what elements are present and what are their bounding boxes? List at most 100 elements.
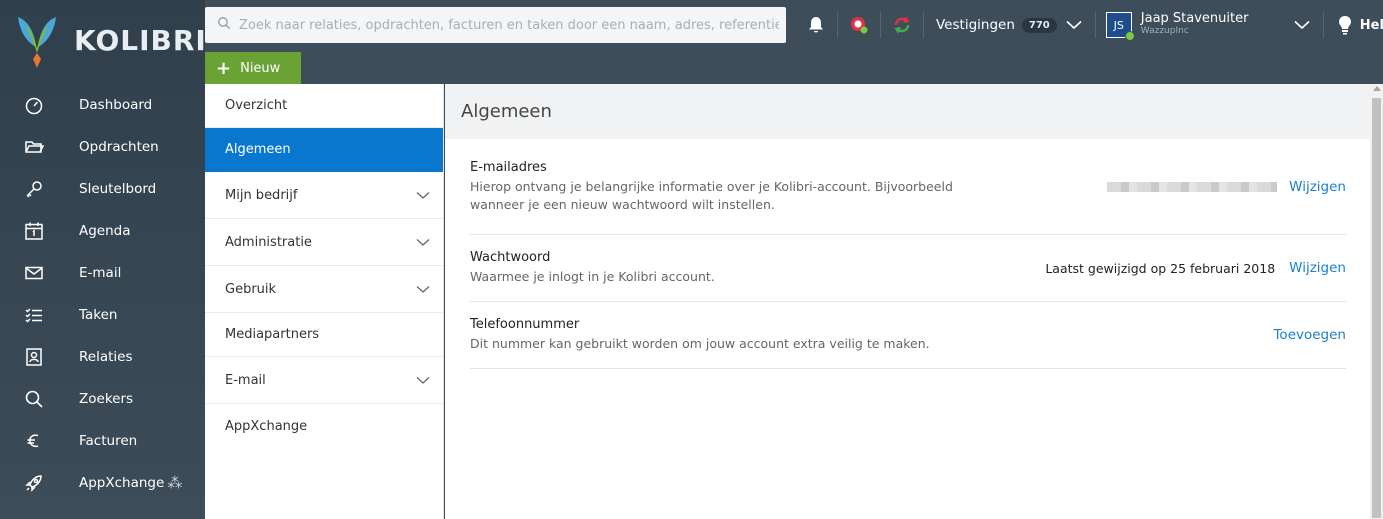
submenu-item-label: Mijn bedrijf: [225, 187, 298, 203]
row-description: wanneer je een nieuw wachtwoord wilt ins…: [470, 196, 775, 212]
sidebar-item-label: Agenda: [79, 223, 131, 239]
sidebar-item-dashboard[interactable]: Dashboard: [0, 84, 205, 126]
chevron-down-icon: [416, 377, 430, 384]
submenu-item-algemeen[interactable]: Algemeen: [205, 128, 443, 172]
sidebar-item-email[interactable]: E-mail: [0, 252, 205, 294]
sidebar-item-taken[interactable]: Taken: [0, 294, 205, 336]
contacts-icon: [0, 347, 79, 367]
sidebar-item-label: Sleutelbord: [79, 181, 157, 197]
header-divider: [1094, 12, 1096, 38]
sidebar-item-label: Relaties: [79, 349, 133, 365]
search-icon: [0, 389, 79, 409]
chevron-down-icon: [416, 239, 430, 246]
add-phone-link[interactable]: Toevoegen: [1273, 327, 1346, 343]
header-divider: [837, 12, 838, 38]
page-title: Algemeen: [445, 84, 1370, 139]
sidebar-item-relaties[interactable]: Relaties: [0, 336, 205, 378]
settings-rows: E-mailadres Hierop ontvang je belangrijk…: [445, 139, 1370, 369]
sidebar-item-facturen[interactable]: Facturen: [0, 420, 205, 462]
search-input[interactable]: [239, 17, 779, 33]
user-company: WazzupInc: [1140, 26, 1189, 36]
change-email-link[interactable]: Wijzigen: [1289, 179, 1346, 195]
brand-name: KOLIBRI: [74, 23, 207, 57]
sync-icon[interactable]: [891, 14, 913, 36]
sidebar-item-zoekers[interactable]: Zoekers: [0, 378, 205, 420]
scroll-up-icon[interactable]: [1373, 86, 1381, 91]
scrollbar-thumb[interactable]: [1372, 98, 1381, 518]
sidebar-item-label: Opdrachten: [79, 139, 159, 155]
chevron-down-icon[interactable]: [1291, 14, 1313, 36]
submenu-item-appxchange[interactable]: AppXchange: [205, 404, 443, 448]
submenu-item-label: Gebruik: [225, 281, 277, 297]
sidebar-item-label: Dashboard: [79, 97, 153, 113]
row-text: Telefoonnummer Dit nummer kan gebruikt w…: [470, 317, 930, 353]
sidebar-item-opdrachten[interactable]: Opdrachten: [0, 126, 205, 168]
settings-row-password: Wachtwoord Waarmee je inlogt in je Kolib…: [470, 235, 1346, 302]
calendar-icon: [0, 221, 79, 241]
password-last-changed: Laatst gewijzigd op 25 februari 2018: [1045, 260, 1276, 276]
submenu-item-mijn-bedrijf[interactable]: Mijn bedrijf: [205, 172, 443, 219]
header-divider: [880, 12, 881, 38]
avatar-initials: JS: [1113, 18, 1124, 32]
submenu-item-label: Algemeen: [225, 142, 291, 157]
settings-row-email: E-mailadres Hierop ontvang je belangrijk…: [470, 139, 1346, 235]
change-password-link[interactable]: Wijzigen: [1289, 260, 1346, 276]
submenu-item-gebruik[interactable]: Gebruik: [205, 266, 443, 313]
online-status-icon: [1124, 31, 1135, 41]
header-divider: [1322, 12, 1324, 38]
brand-logo[interactable]: KOLIBRI: [14, 12, 207, 68]
submenu-item-overzicht[interactable]: Overzicht: [205, 84, 443, 128]
tasks-icon: [0, 305, 79, 325]
submenu-item-label: Mediapartners: [225, 327, 320, 342]
locations-label[interactable]: Vestigingen: [936, 17, 1015, 33]
bell-icon[interactable]: [805, 14, 827, 36]
submenu-item-label: Administratie: [225, 234, 312, 250]
header-actions: Vestigingen 770 JS Jaap Stavenuiter Wazz…: [805, 0, 1383, 50]
sidebar-item-label: Facturen: [79, 433, 138, 449]
top-header: Vestigingen 770 JS Jaap Stavenuiter Wazz…: [205, 0, 1383, 84]
search-icon: [217, 16, 231, 34]
row-actions: Wijzigen: [1107, 179, 1346, 195]
row-title: Wachtwoord: [470, 250, 551, 265]
user-menu[interactable]: Jaap Stavenuiter WazzupInc: [1141, 12, 1291, 38]
sidebar-item-label: Zoekers: [79, 391, 134, 407]
sidebar-item-label: Taken: [79, 307, 118, 323]
lightbulb-icon[interactable]: [1334, 14, 1356, 36]
sidebar-item-label: AppXchange: [79, 475, 165, 491]
row-actions: Laatst gewijzigd op 25 februari 2018 Wij…: [1045, 260, 1346, 276]
help-link[interactable]: Help: [1360, 18, 1383, 33]
chevron-down-icon[interactable]: [1063, 14, 1085, 36]
rocket-icon: [0, 473, 79, 493]
sidebar-nav: Dashboard Opdrachten Sleutelbord Agenda …: [0, 84, 205, 504]
submenu-item-label: AppXchange: [225, 418, 308, 434]
submenu-item-email[interactable]: E-mail: [205, 357, 443, 404]
row-description: Hierop ontvang je belangrijke informatie…: [470, 178, 953, 194]
row-description: Dit nummer kan gebruikt worden om jouw a…: [470, 336, 930, 351]
content-scrollbar[interactable]: [1370, 84, 1383, 519]
settings-submenu: Overzicht Algemeen Mijn bedrijf Administ…: [205, 84, 444, 519]
avatar[interactable]: JS: [1105, 12, 1135, 41]
euro-icon: [0, 431, 79, 451]
row-description: Waarmee je inlogt in je Kolibri account.: [470, 269, 715, 284]
sidebar-item-appxchange[interactable]: AppXchange ⁂: [0, 462, 205, 504]
user-name: Jaap Stavenuiter: [1140, 11, 1249, 26]
settings-content: Algemeen E-mailadres Hierop ontvang je b…: [445, 84, 1370, 519]
row-title: E-mailadres: [470, 159, 547, 175]
submenu-item-mediapartners[interactable]: Mediapartners: [205, 313, 443, 357]
row-text: E-mailadres Hierop ontvang je belangrijk…: [470, 160, 953, 214]
global-search[interactable]: [205, 7, 786, 43]
sidebar-item-agenda[interactable]: Agenda: [0, 210, 205, 252]
folder-icon: [0, 137, 79, 157]
new-button[interactable]: + Nieuw: [205, 52, 301, 84]
sidebar-item-label: E-mail: [79, 265, 122, 281]
mail-icon: [0, 263, 79, 283]
header-divider: [923, 12, 924, 38]
main-sidebar: KOLIBRI Dashboard Opdrachten Sleutelbord…: [0, 0, 207, 519]
sidebar-item-sleutelbord[interactable]: Sleutelbord: [0, 168, 205, 210]
chevron-down-icon: [416, 286, 430, 293]
row-text: Wachtwoord Waarmee je inlogt in je Kolib…: [470, 250, 715, 286]
kolibri-logo-icon: [14, 13, 60, 68]
row-title: Telefoonnummer: [470, 317, 580, 332]
support-icon[interactable]: [848, 14, 870, 36]
submenu-item-administratie[interactable]: Administratie: [205, 219, 443, 266]
